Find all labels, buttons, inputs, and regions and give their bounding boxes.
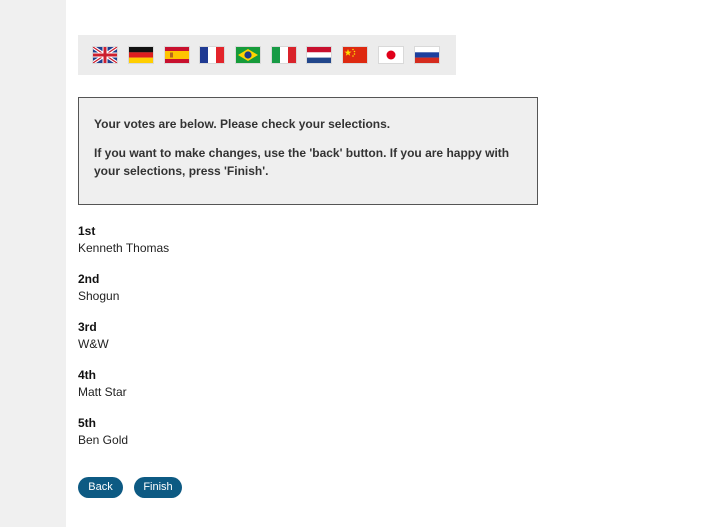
vote-rank: 5th — [78, 416, 96, 430]
vote-item: 2nd Shogun — [78, 271, 478, 319]
confirmation-notice: Your votes are below. Please check your … — [78, 97, 538, 205]
vote-item: 4th Matt Star — [78, 367, 478, 415]
russia-flag-icon[interactable] — [415, 47, 439, 63]
vote-rank: 3rd — [78, 320, 97, 334]
left-sidebar-strip — [0, 0, 66, 527]
japan-flag-icon[interactable] — [379, 47, 403, 63]
france-flag-icon[interactable] — [200, 47, 224, 63]
vote-rank: 4th — [78, 368, 96, 382]
uk-flag-icon[interactable] — [93, 47, 117, 63]
language-selector — [78, 35, 456, 75]
germany-flag-icon[interactable] — [129, 47, 153, 63]
vote-name: Ben Gold — [78, 433, 129, 447]
vote-name: Shogun — [78, 289, 120, 303]
notice-line-1: Your votes are below. Please check your … — [94, 117, 391, 131]
vote-item: 1st Kenneth Thomas — [78, 223, 478, 271]
votes-list: 1st Kenneth Thomas 2nd Shogun 3rd W&W 4t… — [78, 223, 478, 463]
vote-item: 3rd W&W — [78, 319, 478, 367]
vote-name: Matt Star — [78, 385, 127, 399]
finish-button[interactable]: Finish — [134, 477, 182, 498]
netherlands-flag-icon[interactable] — [307, 47, 331, 63]
vote-name: Kenneth Thomas — [78, 241, 170, 255]
notice-line-2: If you want to make changes, use the 'ba… — [94, 146, 510, 178]
vote-rank: 2nd — [78, 272, 100, 286]
back-button[interactable]: Back — [78, 477, 123, 498]
brazil-flag-icon[interactable] — [236, 47, 260, 63]
vote-name: W&W — [78, 337, 109, 351]
vote-rank: 1st — [78, 224, 96, 238]
china-flag-icon[interactable] — [343, 47, 367, 63]
italy-flag-icon[interactable] — [272, 47, 296, 63]
vote-item: 5th Ben Gold — [78, 415, 478, 463]
spain-flag-icon[interactable] — [165, 47, 189, 63]
